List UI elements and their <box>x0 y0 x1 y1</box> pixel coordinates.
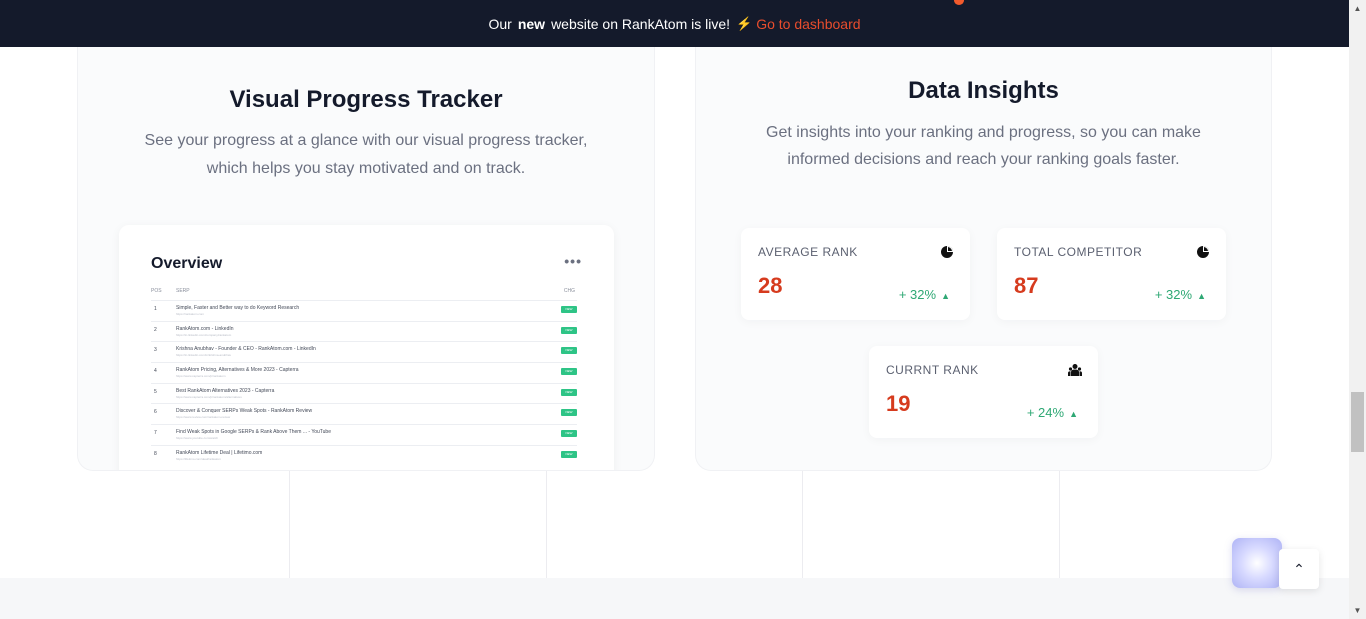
stat-value: 28 <box>758 273 783 298</box>
banner-suffix: website on RankAtom is live! <box>551 15 731 32</box>
row-url: https://lifetimo.com/deal/rankatom <box>176 456 221 461</box>
column-header-serp: SERP <box>176 288 190 294</box>
change-badge: NEW <box>561 368 577 376</box>
banner-highlight: new <box>517 15 546 32</box>
stat-label: TOTAL COMPETITOR <box>1014 245 1143 259</box>
row-position: 6 <box>154 409 157 416</box>
stat-change-value: + 32% <box>1154 287 1193 302</box>
table-row: 1 Simple, Faster and Better way to do Ke… <box>151 300 577 321</box>
up-arrow-icon: ▲ <box>1069 409 1078 419</box>
more-dots-icon[interactable]: ••• <box>564 253 582 269</box>
card-title: Visual Progress Tracker <box>229 86 503 113</box>
card-description: Get insights into your ranking and progr… <box>766 124 1201 168</box>
scroll-up-arrow-icon[interactable]: ▲ <box>1349 0 1366 17</box>
stat-change-value: + 32% <box>898 287 937 302</box>
up-arrow-icon: ▲ <box>941 291 950 301</box>
stat-change: + 32% ▲ <box>1155 287 1206 302</box>
scrollbar-thumb[interactable] <box>1351 392 1364 452</box>
row-url: https://www.review.com/rankatom-review <box>176 415 231 420</box>
change-badge: NEW <box>561 306 577 313</box>
change-badge: NEW <box>561 347 577 355</box>
table-row: 6 Discover & Conquer SERPs Weak Spots - … <box>151 403 577 424</box>
lightning-icon: ⚡ <box>736 15 753 31</box>
stat-change-value: + 24% <box>1026 405 1065 420</box>
overview-title: Overview <box>151 255 223 272</box>
row-url: https://www.capterra.com/p/rankatom/alte… <box>176 394 242 399</box>
visual-progress-tracker-card: Visual Progress Tracker See your progres… <box>77 47 655 471</box>
table-row: 2 RankAtom.com - LinkedIn https://in.lin… <box>151 320 577 342</box>
overview-table-header: POS SERP CHG <box>151 288 577 300</box>
pie-chart-icon <box>1197 246 1209 258</box>
row-title: RankAtom.com - LinkedIn <box>176 325 234 332</box>
row-title: RankAtom Pricing, Alternatives & More 20… <box>176 367 299 374</box>
row-position: 7 <box>154 430 157 437</box>
change-badge: NEW <box>561 388 577 396</box>
pie-chart-icon <box>941 246 953 258</box>
scroll-down-arrow-icon[interactable]: ▼ <box>1349 602 1366 619</box>
row-title: Krishna Anubhav - Founder & CEO - RankAt… <box>176 346 316 353</box>
up-arrow-icon: ▲ <box>1197 291 1206 301</box>
announcement-bar: Our new website on RankAtom is live! ⚡ G… <box>0 0 1349 47</box>
data-insights-card: Data Insights Get insights into your ran… <box>695 47 1272 471</box>
table-row: 5 Best RankAtom Alternatives 2023 - Capt… <box>151 382 577 404</box>
stat-label: CURRNT RANK <box>886 363 979 377</box>
table-row: 4 RankAtom Pricing, Alternatives & More … <box>151 362 577 383</box>
total-competitor-stat: TOTAL COMPETITOR 87 + 32% ▲ <box>997 228 1226 320</box>
grid-line <box>546 471 547 578</box>
users-icon <box>1068 364 1082 376</box>
stat-change: + 24% ▲ <box>1027 405 1078 420</box>
change-badge: NEW <box>561 326 577 334</box>
row-url: https://rankatom.com <box>176 312 205 316</box>
average-rank-stat: AVERAGE RANK 28 + 32% ▲ <box>741 228 970 320</box>
row-position: 3 <box>154 347 157 354</box>
row-url: https://in.linkedin.com/in/krishna-anubh… <box>176 353 232 358</box>
grid-line <box>802 471 803 578</box>
overview-panel: Overview ••• POS SERP CHG 1 Simple, Fast… <box>119 225 614 470</box>
stat-value: 87 <box>1014 273 1039 298</box>
table-row: 8 RankAtom Lifetime Deal | Lifetimo.com … <box>151 444 577 466</box>
row-url: https://www.capterra.com/p/rankatom <box>176 374 226 379</box>
overview-table-body: 1 Simple, Faster and Better way to do Ke… <box>151 300 577 466</box>
go-to-dashboard-link[interactable]: ⚡ Go to dashboard <box>736 16 860 32</box>
assistant-orb-icon[interactable] <box>1232 538 1282 588</box>
chevron-up-icon: ⌃ <box>1293 560 1305 577</box>
next-section-band <box>0 578 1349 619</box>
grid-line <box>289 471 290 578</box>
banner-prefix: Our <box>488 15 512 32</box>
row-position: 4 <box>154 368 157 375</box>
stat-change: + 32% ▲ <box>899 287 950 302</box>
change-badge: NEW <box>561 409 577 417</box>
stat-value: 19 <box>886 391 911 416</box>
row-title: RankAtom Lifetime Deal | Lifetimo.com <box>176 449 263 456</box>
go-to-dashboard-label: Go to dashboard <box>756 15 861 32</box>
notification-dot <box>954 0 964 5</box>
row-title: Best RankAtom Alternatives 2023 - Capter… <box>176 387 275 394</box>
row-position: 2 <box>154 326 157 333</box>
page-scrollbar[interactable]: ▲ ▼ <box>1349 0 1366 619</box>
row-title: Find Weak Spots in Google SERPs & Rank A… <box>176 429 331 436</box>
row-position: 8 <box>154 450 157 457</box>
column-header-pos: POS <box>151 288 162 294</box>
row-position: 1 <box>154 306 157 312</box>
table-row: 3 Krishna Anubhav - Founder & CEO - Rank… <box>151 341 577 362</box>
row-url: https://www.youtube.com/watch <box>176 436 219 441</box>
table-row: 7 Find Weak Spots in Google SERPs & Rank… <box>151 424 577 445</box>
card-title: Data Insights <box>908 77 1059 104</box>
change-badge: NEW <box>561 450 577 458</box>
row-title: Simple, Faster and Better way to do Keyw… <box>176 305 300 311</box>
grid-line <box>1059 471 1060 578</box>
change-badge: NEW <box>561 430 577 438</box>
column-header-chg: CHG <box>563 288 575 294</box>
card-description: See your progress at a glance with our v… <box>144 132 588 177</box>
stat-label: AVERAGE RANK <box>758 245 858 259</box>
scroll-to-top-button[interactable]: ⌃ <box>1279 549 1319 589</box>
row-title: Discover & Conquer SERPs Weak Spots - Ra… <box>176 408 313 415</box>
row-url: https://in.linkedin.com/company/rankatom <box>176 332 232 337</box>
row-position: 5 <box>154 388 157 395</box>
current-rank-stat: CURRNT RANK 19 + 24% ▲ <box>869 346 1098 438</box>
